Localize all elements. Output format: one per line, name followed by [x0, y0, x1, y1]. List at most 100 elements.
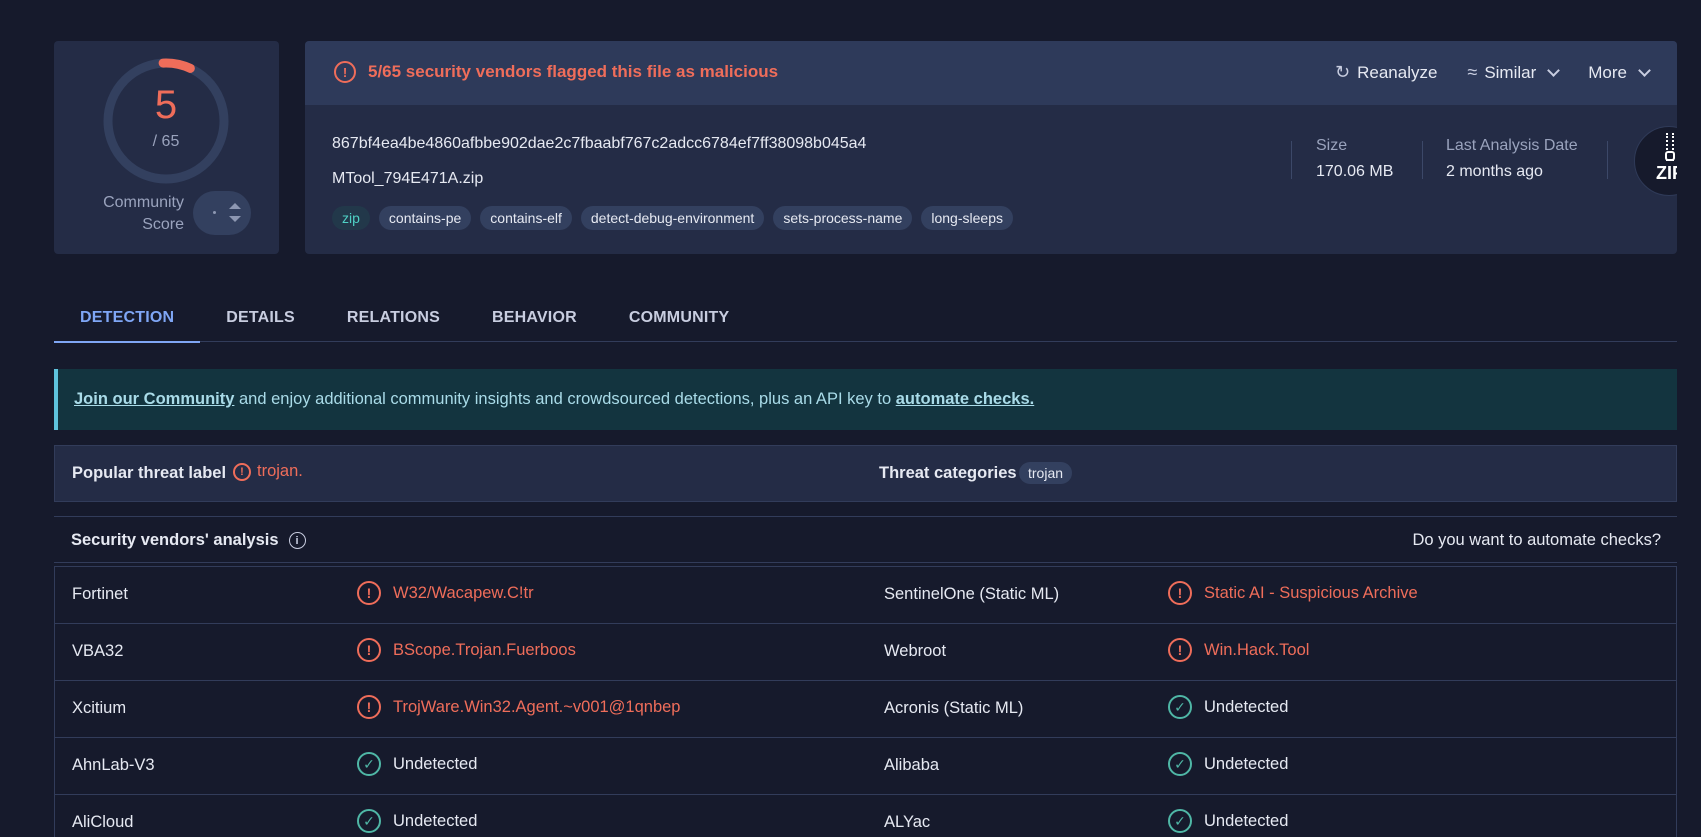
- chevron-down-icon: [1638, 63, 1651, 77]
- downvote-icon[interactable]: [229, 216, 241, 222]
- similar-label: Similar: [1484, 62, 1537, 82]
- popular-threat-text[interactable]: trojan.: [257, 462, 303, 481]
- file-info-card: ! 5/65 security vendors flagged this fil…: [305, 41, 1677, 254]
- divider: [1422, 141, 1423, 179]
- automate-checks-prompt[interactable]: Do you want to automate checks?: [1412, 531, 1661, 550]
- vendor-result: ✓ Undetected: [1168, 752, 1288, 776]
- vendor-name: Acronis (Static ML): [884, 699, 1024, 717]
- vendor-name: AhnLab-V3: [72, 756, 155, 774]
- tab-detection[interactable]: DETECTION: [54, 293, 201, 343]
- popular-threat-value: ! trojan.: [233, 462, 303, 481]
- tab-details[interactable]: DETAILS: [200, 293, 321, 342]
- vendor-total: / 65: [152, 133, 180, 150]
- similar-dropdown[interactable]: ≈ Similar: [1467, 62, 1561, 83]
- vendor-result: ✓ Undetected: [357, 752, 477, 776]
- score-arc: [158, 58, 195, 73]
- tag-zip[interactable]: zip: [332, 206, 370, 230]
- divider: [1607, 141, 1608, 179]
- vendor-name: Xcitium: [72, 699, 127, 717]
- tab-relations[interactable]: RELATIONS: [321, 293, 466, 342]
- vendor-result: ✓ Undetected: [357, 809, 477, 833]
- file-name: MTool_794E471A.zip: [332, 170, 484, 187]
- vendor-result-text[interactable]: TrojWare.Win32.Agent.~v001@1qnbep: [393, 698, 680, 717]
- tag-sets-process-name[interactable]: sets-process-name: [773, 206, 913, 230]
- vendor-result: ! W32/Wacapew.C!tr: [357, 581, 534, 605]
- table-row: AhnLab-V3 ✓ Undetected Alibaba ✓ Undetected: [55, 737, 1676, 794]
- more-label: More: [1588, 62, 1627, 82]
- community-score-card: 5 / 65 Community Score: [54, 41, 279, 254]
- vendor-result-text: Undetected: [1204, 754, 1289, 773]
- undetected-check-icon: ✓: [357, 809, 381, 833]
- tag-long-sleeps[interactable]: long-sleeps: [921, 206, 1013, 230]
- vendor-result-text[interactable]: Static AI - Suspicious Archive: [1204, 584, 1418, 603]
- table-row: Xcitium! TrojWare.Win32.Agent.~v001@1qnbe…: [55, 680, 1676, 737]
- threat-categories-label: Threat categories: [879, 464, 1017, 482]
- threat-summary: Popular threat label ! trojan. Threat ca…: [54, 445, 1677, 502]
- file-type-text: ZIP: [1655, 163, 1677, 183]
- vendor-result-text: Undetected: [393, 754, 478, 773]
- last-analysis-value: 2 months ago: [1446, 163, 1543, 180]
- tab-behavior[interactable]: BEHAVIOR: [466, 293, 603, 342]
- vendors-analysis-header: Security vendors' analysis i Do you want…: [54, 516, 1677, 563]
- refresh-icon: ↻: [1335, 62, 1351, 82]
- malicious-alert-icon: !: [1168, 581, 1192, 605]
- alert-icon: !: [233, 462, 251, 481]
- vendor-result-text[interactable]: Win.Hack.Tool: [1204, 641, 1309, 660]
- tag-contains-pe[interactable]: contains-pe: [378, 206, 472, 230]
- vendor-name: Alibaba: [884, 756, 940, 774]
- community-banner: Join our Community and enjoy additional …: [54, 369, 1677, 430]
- info-icon[interactable]: i: [288, 532, 306, 549]
- more-dropdown[interactable]: More: [1588, 62, 1651, 83]
- vendor-result-text: Undetected: [1204, 811, 1289, 830]
- table-row: AliCloud ✓ Undetected ALYac ✓ Undetected: [55, 794, 1676, 837]
- vendor-name: Webroot: [884, 642, 947, 660]
- vendor-result: ! BScope.Trojan.Fuerboos: [357, 638, 576, 662]
- size-label: Size: [1316, 137, 1348, 154]
- reanalyze-label: Reanalyze: [1357, 62, 1438, 82]
- vendor-result-text: Undetected: [1204, 697, 1289, 716]
- file-tags: zip contains-pe contains-elf detect-debu…: [332, 206, 1013, 230]
- last-analysis-label: Last Analysis Date: [1446, 137, 1578, 154]
- vendor-name: AliCloud: [72, 813, 134, 831]
- malicious-alert-icon: !: [357, 638, 381, 662]
- vendor-name: Fortinet: [72, 585, 128, 603]
- upvote-icon[interactable]: [229, 203, 241, 209]
- vendors-analysis-title: Security vendors' analysis: [71, 531, 279, 549]
- popular-threat-label: Popular threat label: [72, 464, 227, 482]
- tag-contains-elf[interactable]: contains-elf: [480, 206, 572, 230]
- vendor-result-text[interactable]: BScope.Trojan.Fuerboos: [393, 641, 576, 660]
- chevron-down-icon: [1547, 63, 1561, 77]
- size-value: 170.06 MB: [1316, 163, 1394, 180]
- file-hash[interactable]: 867bf4ea4be4860afbbe902dae2c7fbaabf767c2…: [332, 135, 866, 153]
- malicious-alert-icon: !: [357, 695, 381, 719]
- tag-detect-debug-environment[interactable]: detect-debug-environment: [580, 206, 765, 230]
- join-community-link[interactable]: Join our Community: [74, 390, 234, 408]
- alert-icon: !: [334, 61, 356, 83]
- file-size: Size 170.06 MB: [1316, 137, 1393, 181]
- malicious-alert-icon: !: [357, 581, 381, 605]
- vendor-result: ! TrojWare.Win32.Agent.~v001@1qnbep: [357, 695, 680, 719]
- vendor-result: ✓ Undetected: [1168, 695, 1288, 719]
- automate-checks-link[interactable]: automate checks.: [896, 390, 1034, 408]
- undetected-check-icon: ✓: [357, 752, 381, 776]
- detection-count: 5: [154, 83, 178, 127]
- vendor-result: ! Static AI - Suspicious Archive: [1168, 581, 1418, 605]
- table-row: Fortinet! W32/Wacapew.C!tr SentinelOne (St…: [55, 566, 1676, 623]
- detection-summary-bar: ! 5/65 security vendors flagged this fil…: [305, 41, 1677, 105]
- vendor-name: SentinelOne (Static ML): [884, 585, 1060, 603]
- banner-text: and enjoy additional community insights …: [234, 390, 896, 408]
- community-vote-control[interactable]: [193, 191, 251, 235]
- last-analysis: Last Analysis Date 2 months ago: [1446, 137, 1578, 181]
- undetected-check-icon: ✓: [1168, 752, 1192, 776]
- similar-waves-icon: ≈: [1467, 62, 1478, 82]
- vote-value-dot-icon: [213, 211, 216, 214]
- malicious-alert-icon: !: [1168, 638, 1192, 662]
- threat-category-tag[interactable]: trojan: [1019, 462, 1073, 484]
- zip-file-type-icon: ZIP: [1634, 126, 1677, 196]
- divider: [1291, 141, 1292, 179]
- table-row: VBA32! BScope.Trojan.Fuerboos Webroot! Win.…: [55, 623, 1676, 680]
- reanalyze-button[interactable]: ↻ Reanalyze: [1335, 62, 1437, 83]
- tab-community[interactable]: COMMUNITY: [603, 293, 755, 342]
- vendor-result-text[interactable]: W32/Wacapew.C!tr: [393, 584, 534, 603]
- vendor-result: ! Win.Hack.Tool: [1168, 638, 1309, 662]
